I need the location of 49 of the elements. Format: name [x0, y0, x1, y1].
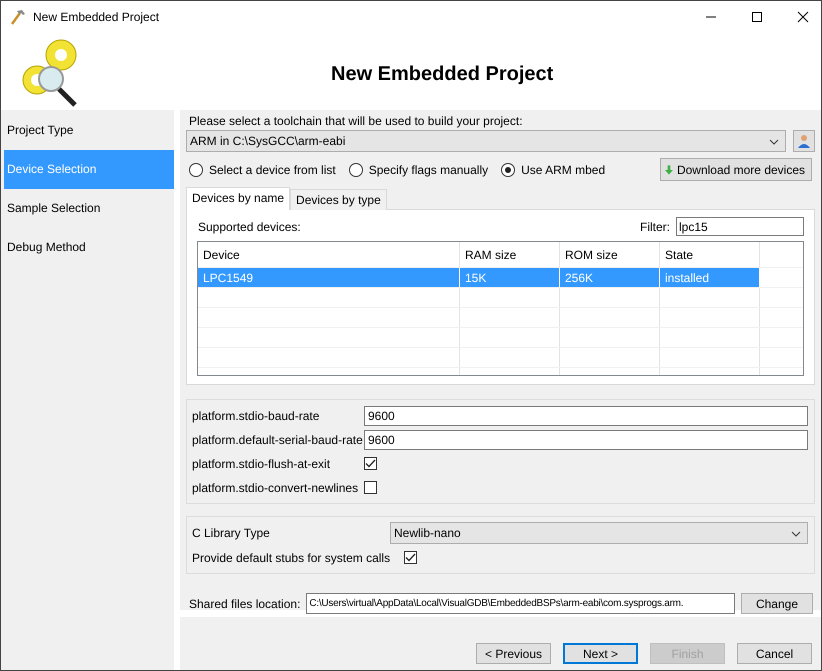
chevron-icon: [769, 139, 779, 145]
filter-label: Filter:: [640, 220, 670, 234]
setting-label: platform.stdio-convert-newlines: [192, 480, 360, 494]
radio-label: Select a device from list: [209, 162, 336, 176]
wizard-button[interactable]: < Previous: [476, 643, 551, 664]
table-cell: 256K: [560, 268, 660, 288]
radio-button[interactable]: [501, 162, 516, 176]
tab[interactable]: Devices by name: [186, 187, 290, 210]
setting-label: platform.stdio-flush-at-exit: [192, 456, 332, 470]
maximize-icon[interactable]: [751, 10, 763, 22]
table-cell: LPC1549: [198, 268, 460, 288]
setting-checkbox[interactable]: [364, 481, 377, 494]
sidebar-item[interactable]: Debug Method: [1, 228, 174, 267]
supported-devices-label: Supported devices:: [198, 220, 301, 234]
library-dropdown[interactable]: Newlib-nano: [390, 522, 808, 544]
toolchain-prompt: Please select a toolchain that will be used to build your project:: [189, 114, 524, 128]
setting-label: platform.stdio-baud-rate: [192, 408, 320, 422]
sidebar-item[interactable]: Project Type: [1, 111, 174, 150]
shared-files-label: Shared files location:: [189, 596, 300, 610]
person-icon: [797, 134, 811, 148]
tab[interactable]: Devices by type: [290, 189, 387, 210]
radio-label: Specify flags manually: [368, 162, 488, 176]
sidebar-item[interactable]: Sample Selection: [1, 189, 174, 228]
change-button[interactable]: Change: [741, 593, 813, 614]
user-button[interactable]: [793, 130, 815, 152]
table-cell: installed: [660, 268, 760, 288]
down-arrow-icon: [665, 162, 673, 176]
close-icon[interactable]: [797, 10, 809, 22]
stubs-label: Provide default stubs for system calls: [192, 550, 390, 564]
radio-label: Use ARM mbed: [521, 162, 606, 176]
radio-button[interactable]: [348, 162, 363, 176]
hammer-icon: [9, 8, 27, 26]
stubs-checkbox[interactable]: [404, 551, 418, 564]
wizard-button[interactable]: Next >: [563, 643, 638, 664]
filter-field[interactable]: lpc15: [676, 217, 804, 236]
wizard-button[interactable]: Cancel: [737, 643, 812, 664]
chevron-icon: [791, 531, 801, 537]
shared-files-field[interactable]: C:\Users\virtual\AppData\Local\VisualGDB\EmbeddedBSPs\arm-eabi\com.sysprogs.arm.: [306, 593, 735, 614]
setting-field[interactable]: 9600: [364, 406, 808, 426]
page-title: New Embedded Project: [331, 62, 554, 86]
download-button[interactable]: Download more devices: [660, 158, 812, 181]
library-label: C Library Type: [192, 526, 271, 540]
setting-field[interactable]: 9600: [364, 430, 808, 450]
table-cell: 15K: [460, 268, 560, 288]
setting-checkbox[interactable]: [364, 457, 377, 470]
setting-label: platform.default-serial-baud-rate: [192, 432, 364, 446]
radio-button[interactable]: [189, 162, 203, 176]
toolchain-dropdown[interactable]: ARM in C:\SysGCC\arm-eabi: [186, 130, 786, 152]
window-title: New Embedded Project: [33, 10, 160, 24]
